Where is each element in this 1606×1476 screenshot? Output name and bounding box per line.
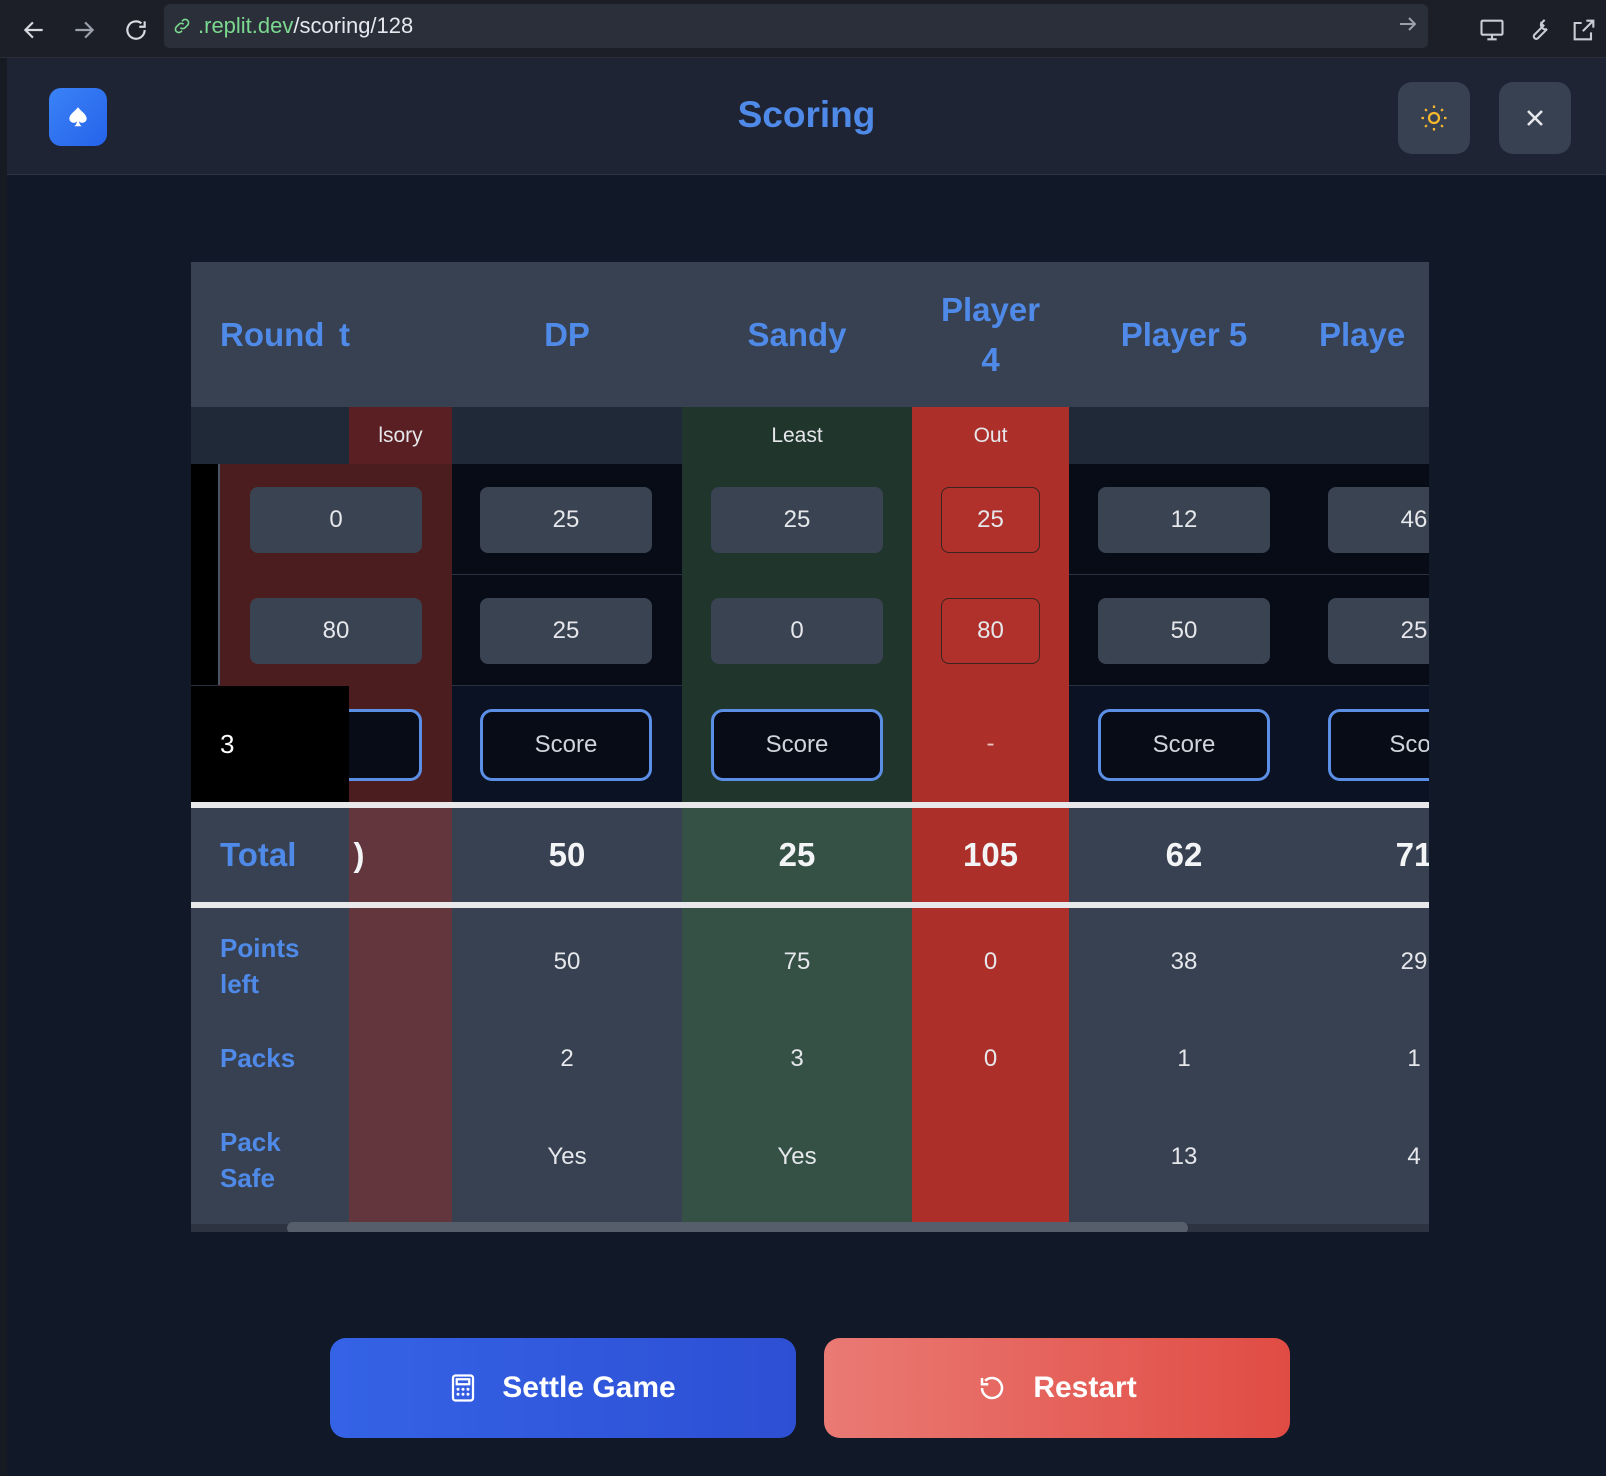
packs-label: Packs [220,1043,296,1073]
theme-toggle-button[interactable] [1398,82,1470,154]
address-bar[interactable]: .replit.dev/scoring/128 [164,4,1428,48]
score-input[interactable]: 80 [941,598,1040,664]
points-left-value: 75 [783,948,811,975]
player-header: DP [544,315,590,353]
restart-icon [977,1373,1007,1403]
player-header: Player 4 [940,290,1041,378]
score-input[interactable]: 25 [1328,598,1429,664]
points-left-value: 38 [1170,948,1198,975]
pack-safe-label: Pack Safe [220,1127,281,1193]
device-icon[interactable] [1472,10,1512,50]
total-value: 62 [1165,836,1203,873]
restart-button[interactable]: Restart [824,1338,1290,1438]
score-input[interactable]: 0 [711,598,883,664]
forward-icon[interactable] [64,10,104,50]
wrench-icon[interactable] [1518,10,1558,50]
score-input[interactable]: 80 [250,598,422,664]
points-left-value: 29 [1400,948,1428,975]
score-input[interactable]: 50 [1098,598,1270,664]
reload-icon[interactable] [116,10,156,50]
pack-safe-value: Yes [777,1143,817,1170]
player-header: t [339,315,350,353]
player-header: Playe [1319,315,1406,353]
points-left-label: Points left [220,933,300,999]
score-input[interactable]: 46 [1328,487,1429,553]
total-value: 25 [778,836,816,873]
round-number: 3 [191,686,349,802]
points-left-value: 0 [983,948,998,975]
score-input[interactable]: 25 [711,487,883,553]
settle-game-button[interactable]: Settle Game [330,1338,796,1438]
score-placeholder: - [986,730,995,757]
total-label: Total [220,836,297,873]
packs-value: 1 [1177,1045,1191,1072]
score-input[interactable]: 25 [480,598,652,664]
pack-safe-value: 13 [1170,1143,1198,1170]
round-column-header: Round [220,315,325,353]
back-icon[interactable] [14,10,54,50]
score-input[interactable]: 25 [941,487,1040,553]
total-divider-bottom [191,902,1429,908]
packs-value: 3 [790,1045,804,1072]
total-value: 50 [548,836,586,873]
calculator-icon [450,1373,476,1403]
scoring-table[interactable]: Round t DP Sandy Player 4 Player 5 Playe… [191,262,1429,1232]
status-badge: Least [771,423,823,447]
window-edge [0,58,7,1476]
packs-value: 2 [560,1045,574,1072]
sun-icon [1421,105,1447,131]
settle-game-label: Settle Game [502,1371,676,1404]
score-button[interactable]: Score [480,709,652,781]
total-value: 105 [962,836,1019,873]
status-badge: Out [973,423,1008,447]
score-button[interactable]: Score [711,709,883,781]
pack-safe-value: Yes [547,1143,587,1170]
url-host: .replit.dev [198,13,294,38]
scrollbar-thumb[interactable] [287,1222,1188,1232]
score-input[interactable]: 0 [250,487,422,553]
packs-value: 1 [1407,1045,1421,1072]
page-title: Scoring [737,94,876,135]
app-header: Scoring [7,58,1606,175]
browser-toolbar: .replit.dev/scoring/128 [0,0,1606,58]
close-button[interactable] [1499,82,1571,154]
player-header: Player 5 [1120,315,1248,353]
player-header: Sandy [747,315,847,353]
link-icon [172,16,192,36]
total-value: ) [353,836,365,873]
go-arrow-icon[interactable] [1396,12,1420,41]
url-path: /scoring/128 [293,13,414,38]
score-input[interactable]: 12 [1098,487,1270,553]
score-input[interactable]: 25 [480,487,652,553]
score-button[interactable]: Scor [1328,709,1429,781]
status-badge: lsory [378,423,423,447]
pack-safe-value: 4 [1407,1143,1421,1170]
points-left-value: 50 [553,948,581,975]
close-icon [1527,110,1543,126]
external-link-icon[interactable] [1564,10,1604,50]
total-value: 71 [1395,836,1429,873]
packs-value: 0 [983,1045,998,1072]
score-button[interactable]: Score [1098,709,1270,781]
restart-label: Restart [1033,1371,1137,1404]
